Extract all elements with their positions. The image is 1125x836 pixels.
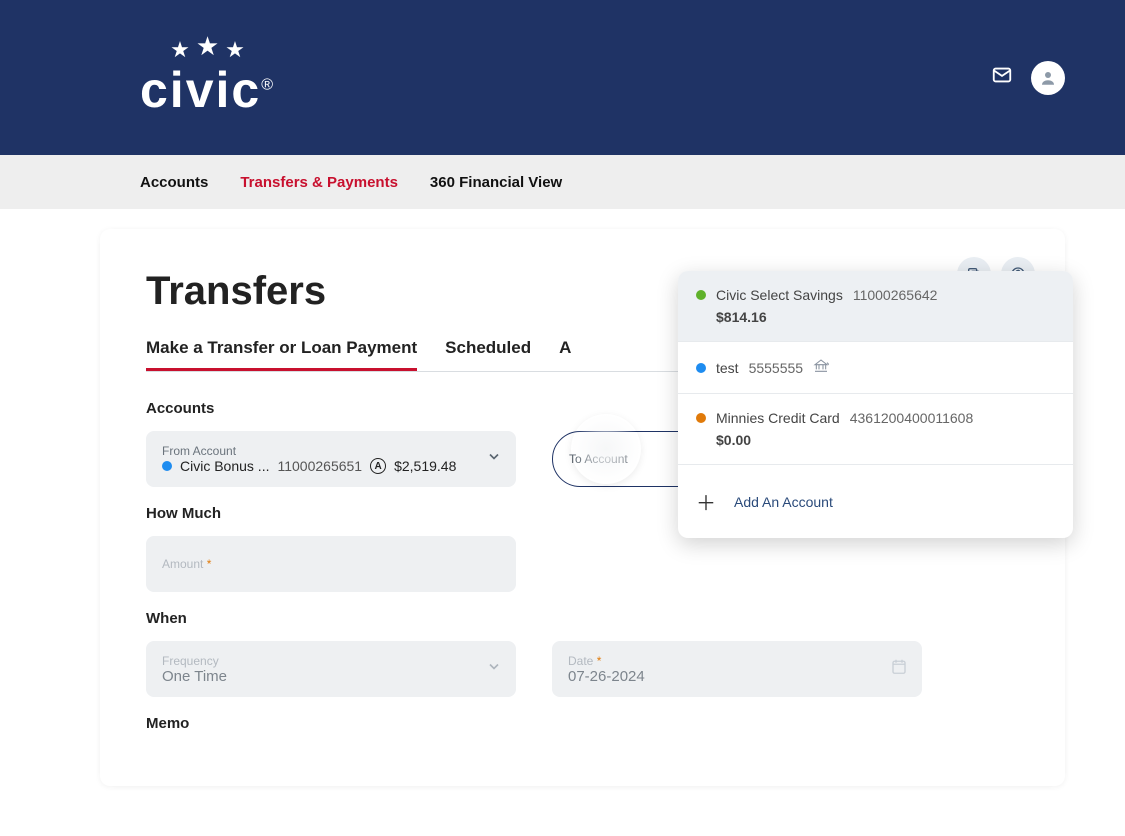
plus-icon: ＋ — [696, 487, 712, 516]
frequency-value: One Time — [162, 668, 500, 685]
chevron-down-icon — [486, 449, 502, 470]
topbar-actions — [991, 61, 1065, 95]
option-amount: $0.00 — [696, 432, 1055, 448]
logo-stars: ★ ★ ★ — [170, 37, 245, 63]
amount-input[interactable]: Amount * — [146, 536, 516, 592]
dropdown-option[interactable]: Minnies Credit Card 4361200400011608 $0.… — [678, 394, 1073, 465]
date-label: Date * — [568, 654, 906, 668]
to-account-dropdown: Civic Select Savings 11000265642 $814.16… — [678, 271, 1073, 538]
tab-make-transfer[interactable]: Make a Transfer or Loan Payment — [146, 338, 417, 371]
profile-avatar[interactable] — [1031, 61, 1065, 95]
option-amount: $814.16 — [696, 309, 1055, 325]
option-name: Civic Select Savings — [716, 287, 843, 303]
amount-label: Amount * — [162, 557, 500, 571]
from-account-select[interactable]: From Account Civic Bonus ... 11000265651… — [146, 431, 516, 487]
add-account-button[interactable]: ＋ Add An Account — [678, 465, 1073, 538]
nav-transfers[interactable]: Transfers & Payments — [240, 174, 398, 191]
option-name: test — [716, 360, 739, 376]
mail-icon[interactable] — [991, 64, 1013, 91]
frequency-label: Frequency — [162, 654, 500, 668]
date-value: 07-26-2024 — [568, 668, 906, 685]
nav-accounts[interactable]: Accounts — [140, 174, 208, 191]
top-bar: ★ ★ ★ civic® — [0, 0, 1125, 155]
dropdown-option[interactable]: test 5555555 — [678, 342, 1073, 394]
option-number: 4361200400011608 — [850, 410, 974, 426]
section-when-label: When — [146, 610, 1019, 627]
brand-logo[interactable]: ★ ★ ★ civic® — [140, 37, 275, 119]
option-name: Minnies Credit Card — [716, 410, 840, 426]
account-dot-icon — [696, 290, 706, 300]
star-icon: ★ — [225, 37, 245, 63]
frequency-select[interactable]: Frequency One Time — [146, 641, 516, 697]
available-balance-icon: A — [370, 458, 386, 474]
accounts-row: From Account Civic Bonus ... 11000265651… — [146, 431, 1019, 487]
option-number: 11000265642 — [853, 287, 938, 303]
account-dot-icon — [162, 461, 172, 471]
star-icon: ★ — [196, 31, 219, 63]
add-account-label: Add An Account — [734, 494, 833, 510]
brand-name: civic® — [140, 61, 275, 119]
calendar-icon — [890, 658, 908, 681]
account-dot-icon — [696, 363, 706, 373]
chevron-down-icon — [486, 659, 502, 680]
dropdown-option[interactable]: Civic Select Savings 11000265642 $814.16 — [678, 271, 1073, 342]
bank-icon — [813, 358, 829, 377]
option-number: 5555555 — [749, 360, 804, 376]
from-account-balance: $2,519.48 — [394, 458, 456, 474]
nav-financial-view[interactable]: 360 Financial View — [430, 174, 562, 191]
tab-activity[interactable]: A — [559, 338, 571, 371]
tab-scheduled[interactable]: Scheduled — [445, 338, 531, 371]
account-dot-icon — [696, 413, 706, 423]
page-body: Transfers Make a Transfer or Loan Paymen… — [0, 209, 1125, 786]
section-memo-label: Memo — [146, 715, 1019, 732]
from-account-number: 11000265651 — [277, 458, 362, 474]
star-icon: ★ — [170, 37, 190, 63]
date-input[interactable]: Date * 07-26-2024 — [552, 641, 922, 697]
from-account-name: Civic Bonus ... — [180, 458, 269, 474]
main-nav: Accounts Transfers & Payments 360 Financ… — [0, 155, 1125, 209]
from-account-label: From Account — [162, 444, 500, 458]
from-account-value: Civic Bonus ... 11000265651 A $2,519.48 — [162, 458, 500, 474]
transfers-card: Transfers Make a Transfer or Loan Paymen… — [100, 229, 1065, 786]
focus-indicator — [571, 414, 641, 484]
